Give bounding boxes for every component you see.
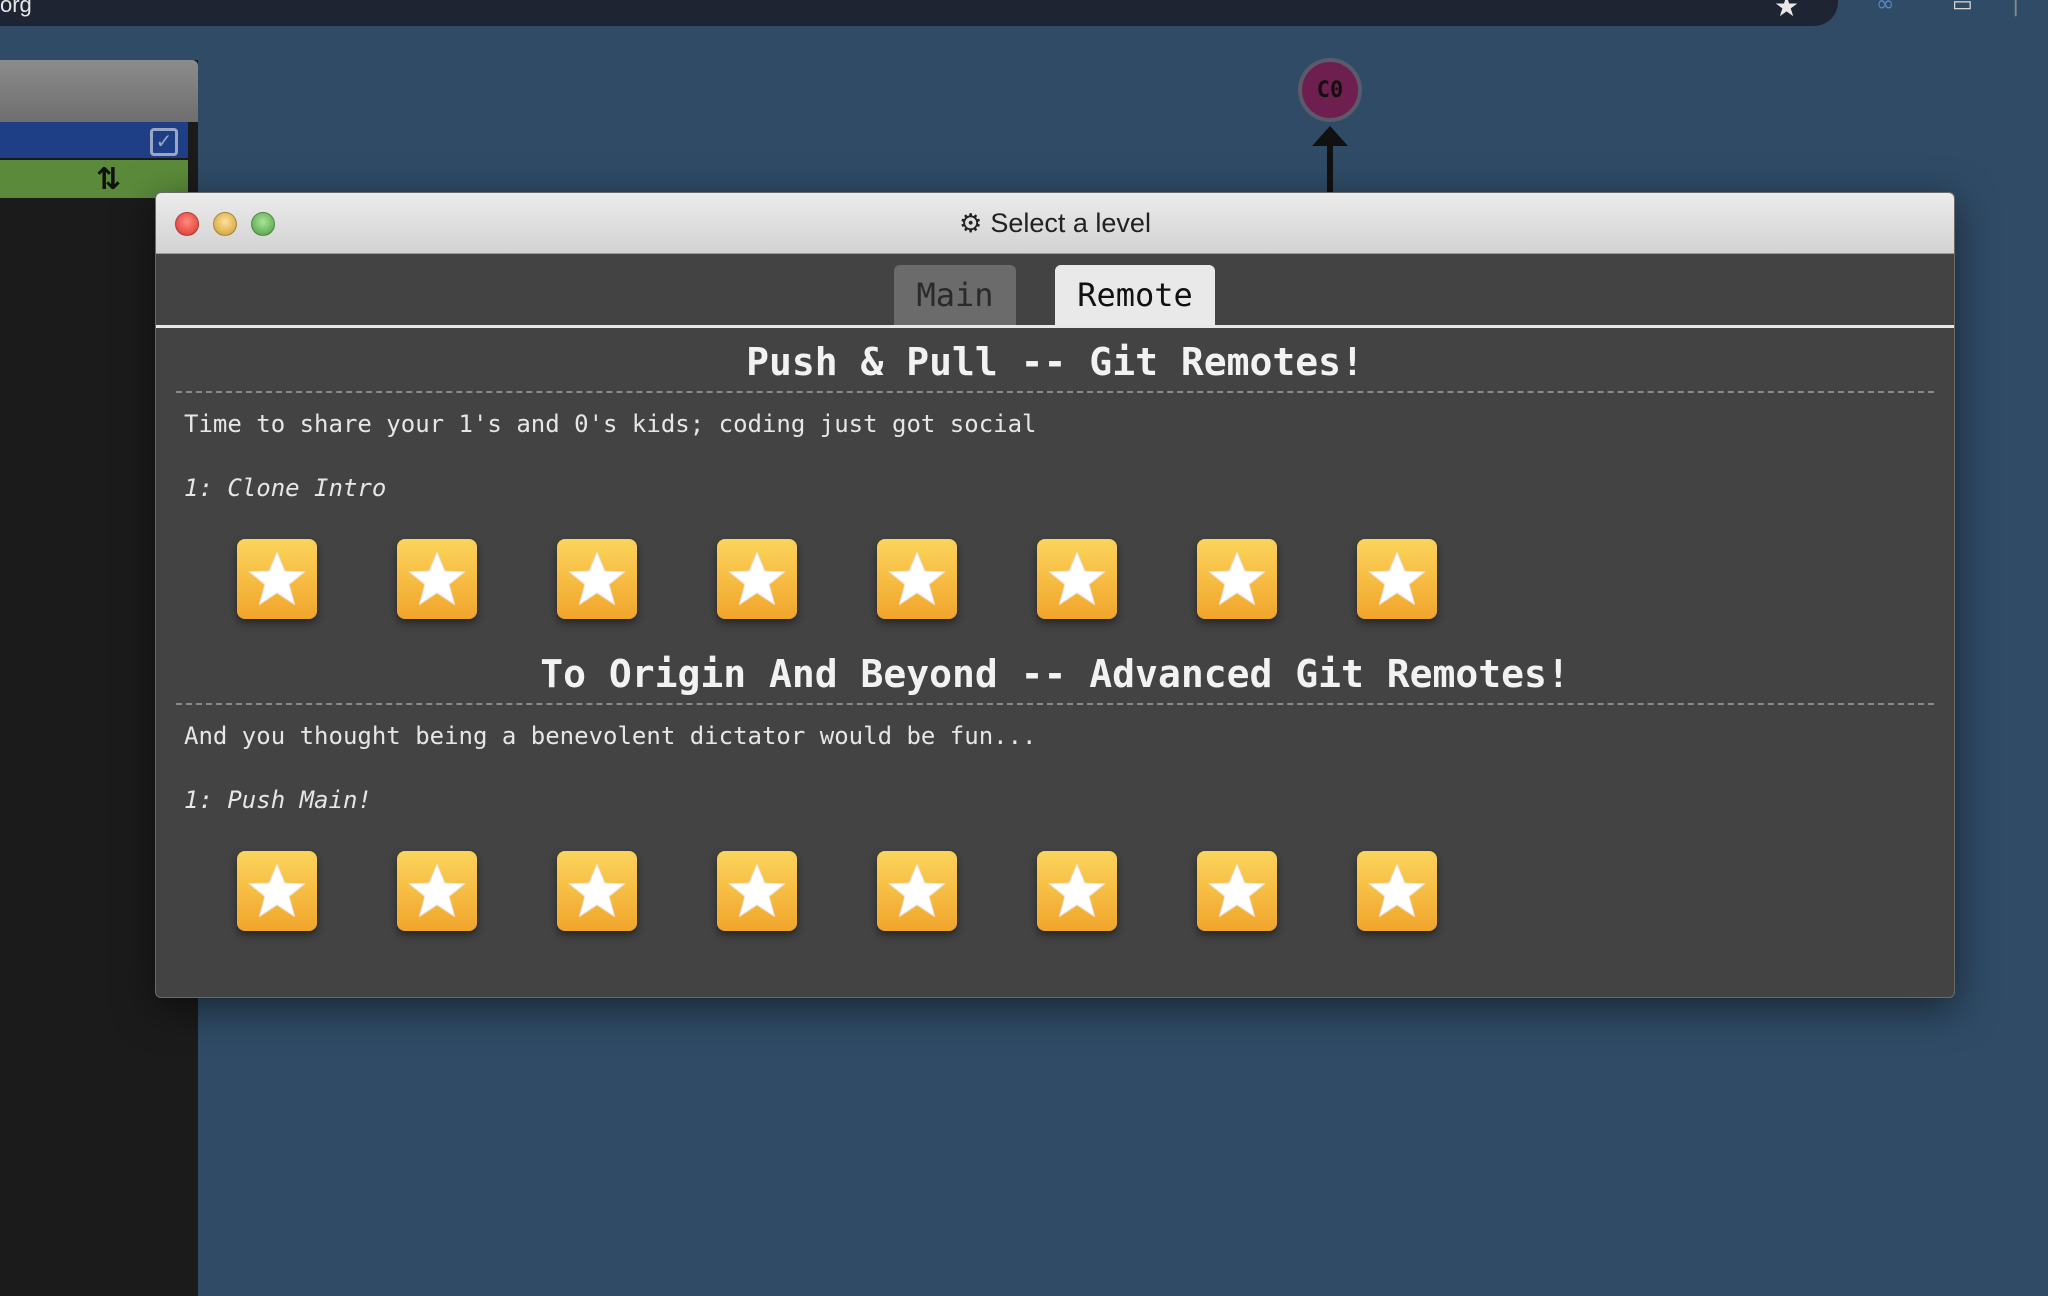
level-buttons	[176, 539, 1934, 621]
level-button[interactable]	[877, 851, 957, 931]
star-icon	[1208, 864, 1266, 917]
tab-remote[interactable]: Remote	[1055, 265, 1215, 325]
section-title: To Origin And Beyond -- Advanced Git Rem…	[176, 645, 1934, 705]
gear-icon: ⚙	[959, 207, 983, 238]
level-button[interactable]	[237, 539, 317, 619]
level-button[interactable]	[237, 851, 317, 931]
star-icon	[568, 864, 626, 917]
star-icon	[568, 552, 626, 605]
level-section: To Origin And Beyond -- Advanced Git Rem…	[176, 645, 1934, 933]
dialog-titlebar: ⚙ Select a level	[156, 193, 1954, 254]
level-button[interactable]	[557, 851, 637, 931]
section-title: Push & Pull -- Git Remotes!	[176, 333, 1934, 393]
panel-header	[0, 60, 198, 122]
panel-row-objective[interactable]: ✓	[0, 122, 188, 158]
level-button[interactable]	[1037, 851, 1117, 931]
level-buttons	[176, 851, 1934, 933]
level-button[interactable]	[717, 851, 797, 931]
checkbox-icon[interactable]: ✓	[150, 128, 178, 156]
star-icon	[248, 864, 306, 917]
level-button[interactable]	[1037, 539, 1117, 619]
browser-toolbar: org ★	[0, 0, 1838, 26]
star-icon	[888, 552, 946, 605]
star-icon	[248, 552, 306, 605]
star-icon	[1208, 552, 1266, 605]
commit-arrow-icon	[1312, 126, 1348, 194]
url-text[interactable]: org	[0, 0, 32, 18]
toolbar-separator: |	[2012, 0, 2020, 17]
level-section: Push & Pull -- Git Remotes! Time to shar…	[176, 333, 1934, 621]
star-icon	[408, 552, 466, 605]
tab-main[interactable]: Main	[894, 265, 1016, 325]
star-icon	[1368, 552, 1426, 605]
section-description: And you thought being a benevolent dicta…	[184, 722, 1037, 750]
current-level-name: 1: Clone Intro	[184, 474, 387, 502]
level-button[interactable]	[877, 539, 957, 619]
star-icon	[1368, 864, 1426, 917]
extension-icon[interactable]: ∞	[1876, 0, 1894, 17]
level-button[interactable]	[1197, 851, 1277, 931]
current-level-name: 1: Push Main!	[184, 786, 372, 814]
level-select-dialog: ⚙ Select a level Main Remote Push & Pull…	[155, 192, 1955, 998]
star-icon	[408, 864, 466, 917]
level-button[interactable]	[397, 851, 477, 931]
tab-bar: Main Remote	[156, 253, 1954, 328]
bookmark-star-icon[interactable]: ★	[1774, 0, 1799, 23]
level-button[interactable]	[1197, 539, 1277, 619]
level-button[interactable]	[397, 539, 477, 619]
star-icon	[1048, 864, 1106, 917]
star-icon	[728, 864, 786, 917]
star-icon	[1048, 552, 1106, 605]
level-button[interactable]	[557, 539, 637, 619]
window-icon[interactable]: ▭	[1952, 0, 1973, 17]
level-button[interactable]	[717, 539, 797, 619]
dialog-title: Select a level	[990, 207, 1151, 238]
level-button[interactable]	[1357, 851, 1437, 931]
level-button[interactable]	[1357, 539, 1437, 619]
sync-arrows-icon[interactable]: ⇅	[96, 162, 121, 197]
star-icon	[888, 864, 946, 917]
star-icon	[728, 552, 786, 605]
section-description: Time to share your 1's and 0's kids; cod…	[184, 410, 1037, 438]
commit-node[interactable]: C0	[1298, 58, 1362, 122]
